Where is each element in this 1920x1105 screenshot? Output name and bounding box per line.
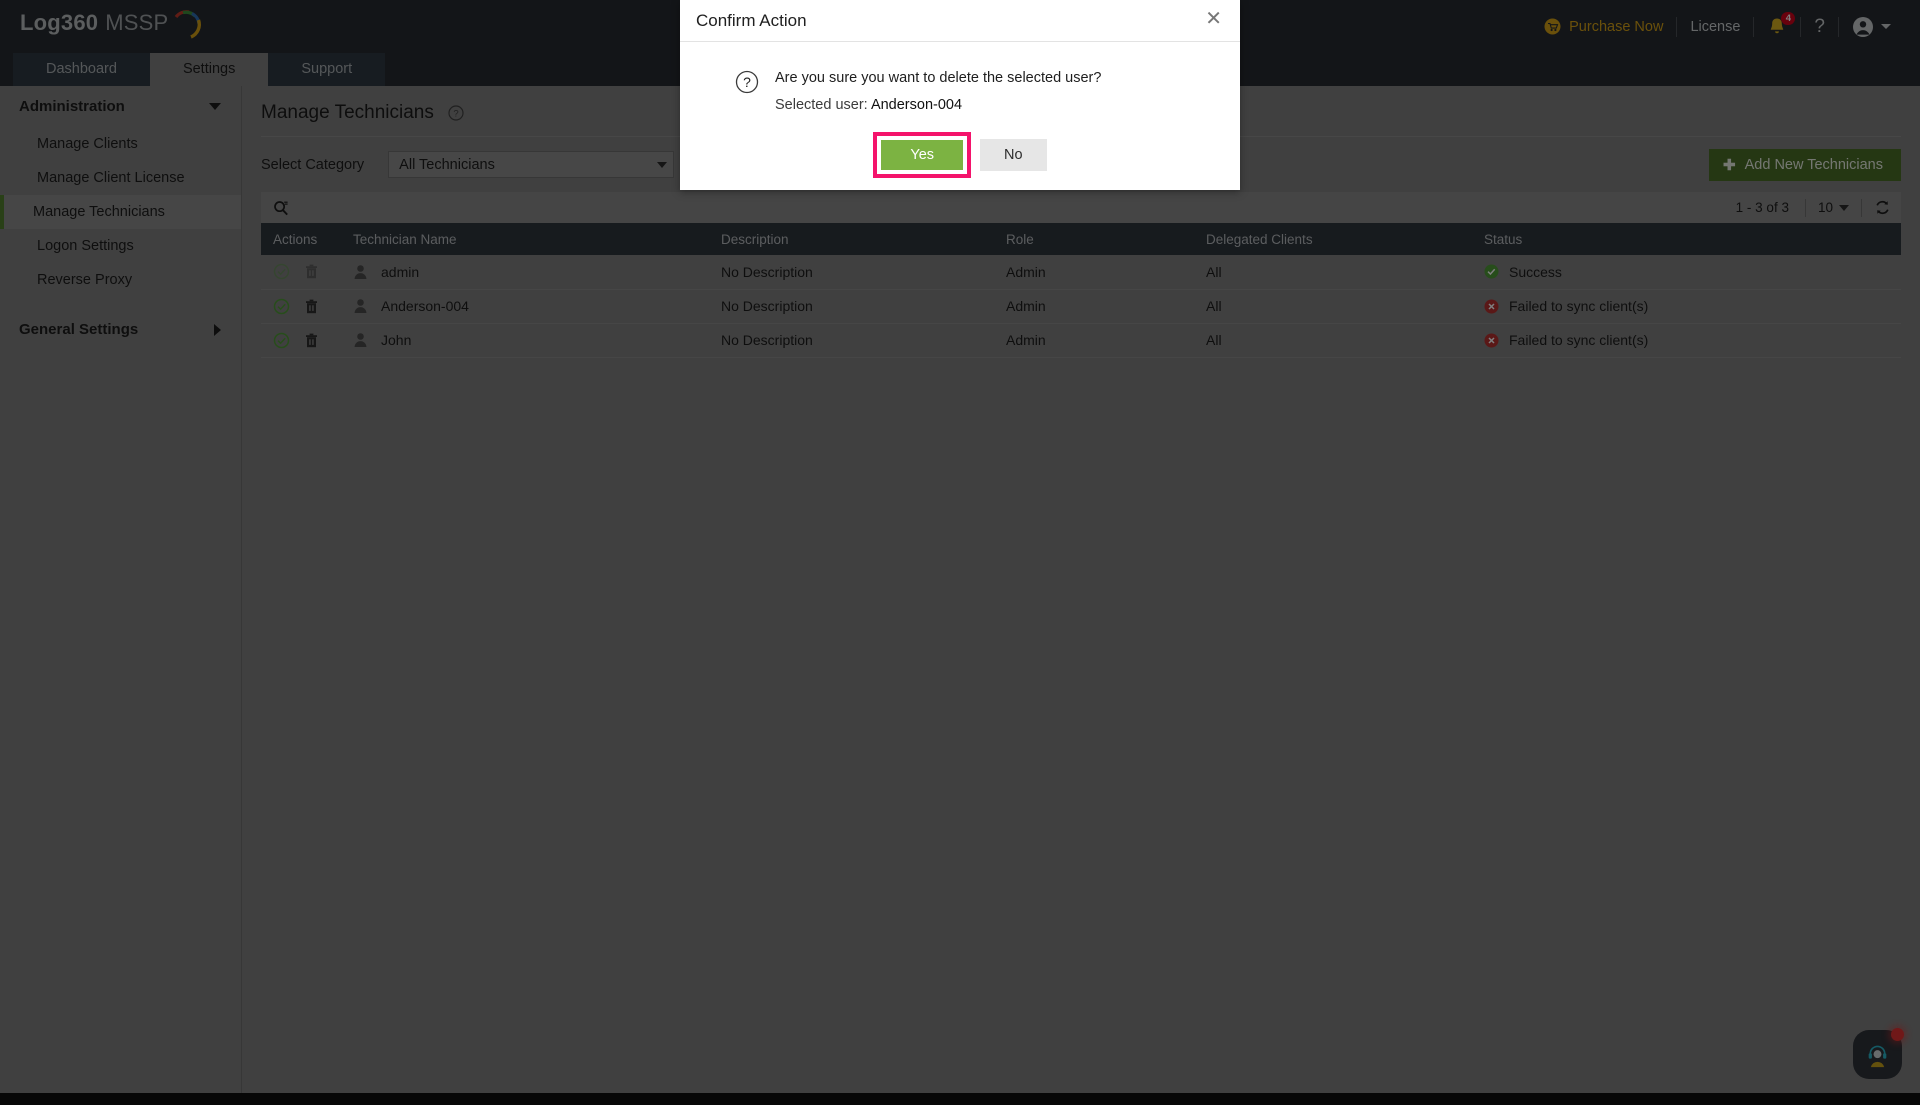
confirm-no-button[interactable]: No bbox=[980, 138, 1047, 171]
app-root: Log360 MSSP bbox=[0, 0, 1920, 1105]
dialog-body: ? Are you sure you want to delete the se… bbox=[680, 42, 1240, 178]
dialog-message-row: ? Are you sure you want to delete the se… bbox=[680, 68, 1240, 113]
dialog-selected-user-row: Selected user: Anderson-004 bbox=[775, 97, 1101, 113]
dialog-title: Confirm Action bbox=[696, 10, 807, 30]
close-icon[interactable]: ✕ bbox=[1203, 9, 1224, 32]
dialog-header: Confirm Action ✕ bbox=[680, 0, 1240, 42]
dialog-message: Are you sure you want to delete the sele… bbox=[775, 70, 1102, 86]
selected-user-value: Anderson-004 bbox=[870, 96, 963, 113]
question-mark-icon: ? bbox=[735, 70, 759, 94]
confirm-yes-button[interactable]: Yes bbox=[881, 139, 964, 170]
svg-text:?: ? bbox=[743, 74, 751, 90]
confirm-action-dialog: Confirm Action ✕ ? Are you sure you want… bbox=[680, 0, 1240, 190]
dialog-button-row: Yes No bbox=[680, 131, 1240, 178]
selected-user-label: Selected user: bbox=[775, 96, 868, 113]
yes-button-highlight: Yes bbox=[873, 131, 972, 178]
